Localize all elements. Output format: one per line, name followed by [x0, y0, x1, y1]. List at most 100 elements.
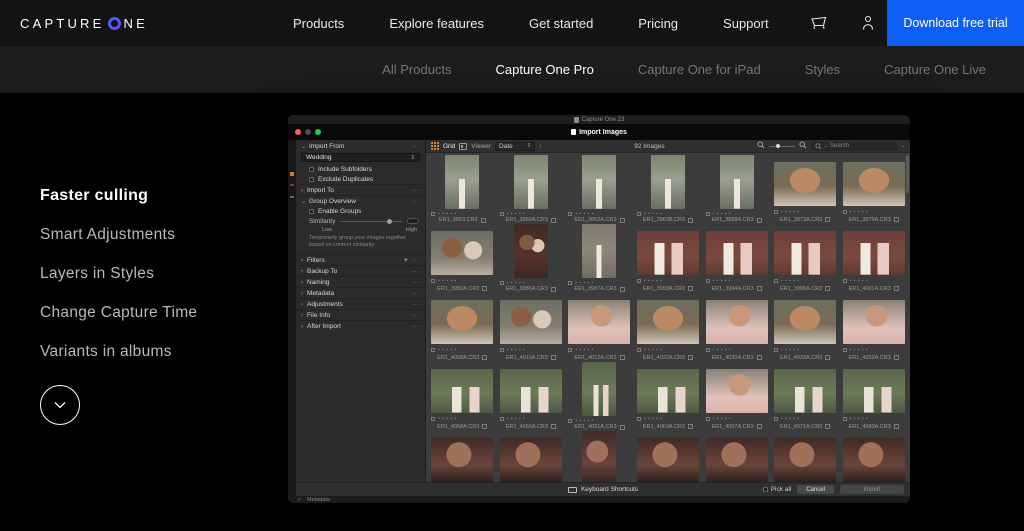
sort-direction-icon[interactable]: ↓ — [539, 143, 542, 149]
photo-thumbnail[interactable] — [499, 300, 562, 344]
section-import-to[interactable]: Import To — [296, 184, 425, 195]
section-backup-to[interactable]: Backup To — [296, 265, 425, 276]
nav-item-products[interactable]: Products — [293, 16, 344, 31]
pick-checkbox[interactable] — [825, 424, 831, 429]
select-checkbox[interactable] — [568, 347, 573, 352]
photo-thumbnail[interactable] — [774, 438, 837, 482]
pick-checkbox[interactable] — [688, 217, 694, 223]
star-rating[interactable] — [507, 347, 527, 352]
select-checkbox[interactable] — [568, 211, 573, 216]
star-rating[interactable] — [438, 278, 458, 283]
star-rating[interactable] — [644, 416, 664, 421]
select-checkbox[interactable] — [568, 280, 573, 285]
select-checkbox[interactable] — [499, 211, 504, 216]
select-checkbox[interactable] — [636, 347, 641, 352]
star-rating[interactable] — [438, 347, 458, 352]
star-rating[interactable] — [575, 418, 595, 423]
grid-view-label[interactable]: Grid — [443, 143, 455, 150]
toolbar-overflow-icon[interactable]: ⌄ — [901, 143, 905, 149]
photo-thumbnail[interactable] — [513, 155, 548, 209]
pick-checkbox[interactable] — [825, 355, 831, 360]
pick-checkbox[interactable] — [893, 217, 899, 222]
pick-checkbox[interactable] — [550, 355, 556, 360]
pick-checkbox[interactable] — [756, 286, 762, 291]
section-import-from[interactable]: Import From — [296, 141, 425, 152]
photo-thumbnail[interactable] — [431, 300, 494, 344]
select-checkbox[interactable] — [705, 416, 710, 421]
pick-checkbox[interactable] — [893, 355, 899, 360]
star-rating[interactable] — [713, 278, 733, 283]
select-checkbox[interactable] — [842, 209, 847, 214]
select-checkbox[interactable] — [774, 209, 779, 214]
subnav-item-capture-one-live[interactable]: Capture One Live — [884, 62, 986, 77]
feature-item-change-capture-time[interactable]: Change Capture Time — [40, 304, 197, 322]
pick-checkbox[interactable] — [688, 424, 694, 429]
similarity-value-box[interactable] — [407, 218, 419, 224]
viewer-icon[interactable] — [459, 142, 468, 150]
photo-thumbnail[interactable] — [568, 300, 631, 344]
pick-checkbox[interactable] — [688, 355, 694, 360]
pick-checkbox[interactable] — [825, 286, 831, 291]
photo-thumbnail[interactable] — [582, 224, 617, 278]
scrollbar[interactable] — [906, 155, 909, 193]
capture-one-logo[interactable]: CAPTURE NE — [20, 16, 148, 31]
star-rating[interactable] — [713, 347, 733, 352]
select-checkbox[interactable] — [705, 347, 710, 352]
pick-checkbox[interactable] — [619, 286, 625, 292]
photo-thumbnail[interactable] — [636, 369, 699, 413]
photo-thumbnail[interactable] — [842, 162, 905, 206]
star-rating[interactable] — [781, 209, 801, 214]
import-button[interactable]: Import — [840, 485, 904, 494]
photo-thumbnail[interactable] — [582, 431, 617, 482]
star-rating[interactable] — [781, 347, 801, 352]
photo-thumbnail[interactable] — [774, 300, 837, 344]
pick-checkbox[interactable] — [688, 286, 694, 291]
nav-item-explore-features[interactable]: Explore features — [389, 16, 484, 31]
minimize-window-icon[interactable] — [305, 129, 311, 135]
more-menu-icon[interactable] — [412, 198, 420, 205]
account-icon[interactable] — [859, 14, 877, 32]
select-checkbox[interactable] — [636, 211, 641, 216]
select-checkbox[interactable] — [842, 416, 847, 421]
select-checkbox[interactable] — [774, 278, 779, 283]
grid-view-icon[interactable] — [431, 142, 439, 150]
more-menu-icon[interactable] — [412, 143, 420, 150]
zoom-in-icon[interactable] — [799, 141, 807, 151]
pick-checkbox[interactable] — [619, 217, 625, 223]
pick-checkbox[interactable] — [756, 424, 762, 429]
select-checkbox[interactable] — [431, 347, 436, 352]
pick-checkbox[interactable] — [550, 286, 556, 292]
more-menu-icon[interactable] — [412, 301, 420, 308]
thumbnail-zoom-slider[interactable] — [768, 143, 795, 148]
nav-item-pricing[interactable]: Pricing — [638, 16, 678, 31]
pick-checkbox[interactable] — [482, 286, 488, 291]
select-checkbox[interactable] — [842, 278, 847, 283]
photo-thumbnail[interactable] — [582, 362, 617, 416]
nav-item-get-started[interactable]: Get started — [529, 16, 593, 31]
star-rating[interactable] — [644, 347, 664, 352]
more-menu-icon[interactable] — [412, 279, 420, 286]
photo-thumbnail[interactable] — [705, 300, 768, 344]
import-source-select[interactable]: Wedding — [301, 153, 420, 162]
subnav-item-capture-one-for-ipad[interactable]: Capture One for iPad — [638, 62, 761, 77]
similarity-slider[interactable] — [340, 218, 402, 224]
star-rating[interactable] — [575, 280, 595, 285]
cart-icon[interactable] — [809, 14, 829, 32]
photo-thumbnail[interactable] — [431, 231, 494, 275]
star-rating[interactable] — [781, 278, 801, 283]
more-menu-icon[interactable] — [412, 187, 420, 194]
exclude-duplicates-checkbox[interactable]: Exclude Duplicates — [296, 174, 425, 184]
star-rating[interactable] — [438, 211, 458, 216]
select-checkbox[interactable] — [842, 347, 847, 352]
select-checkbox[interactable] — [431, 416, 436, 421]
pick-checkbox[interactable] — [619, 355, 625, 360]
feature-item-faster-culling[interactable]: Faster culling — [40, 187, 197, 205]
add-filter-icon[interactable] — [404, 257, 408, 264]
pick-all-checkbox[interactable]: Pick all — [762, 486, 791, 493]
photo-thumbnail[interactable] — [842, 369, 905, 413]
photo-thumbnail[interactable] — [499, 369, 562, 413]
photo-thumbnail[interactable] — [636, 231, 699, 275]
section-filters[interactable]: Filters — [296, 254, 425, 265]
feature-item-layers-in-styles[interactable]: Layers in Styles — [40, 265, 197, 283]
select-checkbox[interactable] — [499, 280, 504, 285]
